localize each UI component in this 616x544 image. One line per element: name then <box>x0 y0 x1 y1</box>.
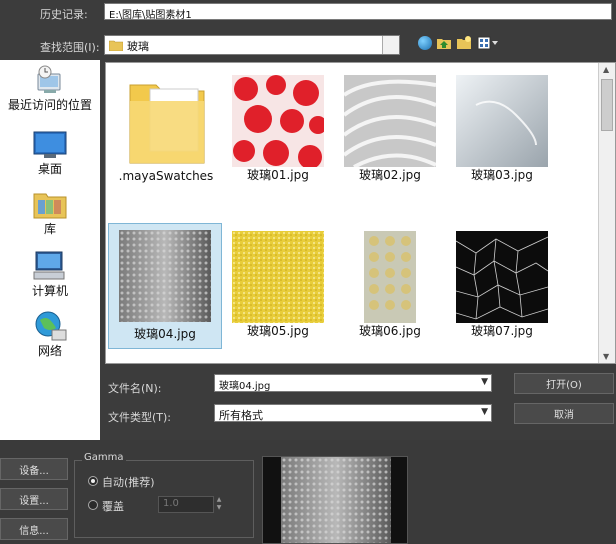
network-icon <box>35 311 67 341</box>
list-item-selected[interactable]: 玻璃04.jpg <box>108 223 222 349</box>
chevron-down-icon: ▼ <box>481 377 488 387</box>
sidebar-item-label: 计算机 <box>31 284 68 298</box>
file-name: .mayaSwatches <box>118 169 214 183</box>
lookin-value: 玻璃 <box>127 40 149 53</box>
up-folder-icon[interactable] <box>436 35 452 51</box>
list-item[interactable]: 玻璃02.jpg <box>334 67 446 187</box>
history-dropdown[interactable]: E:\图库\贴图素材1 <box>104 3 612 20</box>
file-name: 玻璃07.jpg <box>471 324 533 338</box>
recent-places-icon <box>37 65 61 93</box>
list-item[interactable]: 玻璃05.jpg <box>222 223 334 343</box>
image-thumbnail <box>232 231 324 323</box>
open-button[interactable]: 打开(O) <box>514 373 614 394</box>
gamma-auto-radio[interactable] <box>88 476 98 486</box>
sidebar-item-label: 库 <box>43 222 56 236</box>
computer-icon <box>33 251 65 280</box>
file-name: 玻璃06.jpg <box>359 324 421 338</box>
preview-image <box>281 457 391 543</box>
lookin-dropdown-button[interactable] <box>382 36 399 54</box>
gamma-value: 1.0 <box>163 498 179 509</box>
history-label: 历史记录: <box>40 8 88 21</box>
sidebar-item-desktop[interactable]: 桌面 <box>0 130 100 177</box>
setup-button[interactable]: 设置... <box>0 488 68 510</box>
sidebar-item-label: 桌面 <box>37 162 62 176</box>
lookin-dropdown[interactable]: 玻璃 ▼ <box>104 35 400 55</box>
gamma-value-spinner[interactable]: 1.0 <box>158 496 214 513</box>
list-item[interactable]: 玻璃03.jpg <box>446 67 558 187</box>
list-item[interactable]: 玻璃01.jpg <box>222 67 334 187</box>
image-thumbnail <box>456 75 548 167</box>
file-name: 玻璃05.jpg <box>247 324 309 338</box>
filetype-label: 文件类型(T): <box>108 411 172 424</box>
library-icon <box>33 193 67 219</box>
desktop-icon <box>33 131 67 158</box>
scroll-up-icon[interactable]: ▲ <box>603 65 609 74</box>
image-thumbnail <box>232 75 324 167</box>
sidebar-item-label: 最近访问的位置 <box>7 98 92 112</box>
gamma-override-radio[interactable] <box>88 500 98 510</box>
chevron-down-icon: ▼ <box>481 407 488 417</box>
radio-dot <box>91 479 95 483</box>
history-value: E:\图库\贴图素材1 <box>109 10 192 20</box>
devices-button[interactable]: 设备... <box>0 458 68 480</box>
filename-label: 文件名(N): <box>108 382 162 395</box>
spinner-arrows-icon[interactable]: ▲ ▼ <box>214 496 224 513</box>
scroll-down-icon[interactable]: ▼ <box>603 352 609 361</box>
image-thumbnail <box>344 75 436 167</box>
file-name: 玻璃02.jpg <box>359 168 421 182</box>
gamma-auto-label: 自动(推荐) <box>102 476 155 489</box>
file-name: 玻璃01.jpg <box>247 168 309 182</box>
scroll-thumb[interactable] <box>601 79 613 131</box>
list-item[interactable]: .mayaSwatches <box>110 67 222 187</box>
image-thumbnail <box>364 231 416 323</box>
filename-value: 玻璃04.jpg <box>219 381 271 392</box>
file-list[interactable]: .mayaSwatches 玻璃01.jpg 玻璃02.jpg 玻璃03.jpg… <box>105 62 616 364</box>
file-name: 玻璃03.jpg <box>471 168 533 182</box>
sidebar-item-computer[interactable]: 计算机 <box>0 250 100 299</box>
gamma-title: Gamma <box>82 452 126 463</box>
list-item[interactable]: 玻璃06.jpg <box>334 223 446 343</box>
sidebar-item-recent[interactable]: 最近访问的位置 <box>0 64 100 113</box>
sidebar-item-network[interactable]: 网络 <box>0 310 100 359</box>
info-button[interactable]: 信息... <box>0 518 68 540</box>
places-sidebar: 最近访问的位置 桌面 库 计算机 网络 <box>0 60 100 440</box>
view-menu-icon[interactable] <box>477 36 499 50</box>
filetype-value: 所有格式 <box>219 409 263 422</box>
image-thumbnail <box>456 231 548 323</box>
back-icon[interactable] <box>418 36 432 50</box>
folder-icon <box>109 40 123 51</box>
sidebar-item-library[interactable]: 库 <box>0 188 100 237</box>
list-item[interactable]: 玻璃07.jpg <box>446 223 558 343</box>
filetype-dropdown[interactable]: 所有格式 ▼ <box>214 404 492 422</box>
lookin-label: 查找范围(I): <box>40 41 100 54</box>
file-list-scrollbar[interactable]: ▲ ▼ <box>598 63 615 363</box>
sidebar-item-label: 网络 <box>37 344 62 358</box>
file-name: 玻璃04.jpg <box>134 327 196 341</box>
gamma-override-label: 覆盖 <box>102 500 124 513</box>
new-folder-icon[interactable] <box>456 35 472 51</box>
filename-input[interactable]: 玻璃04.jpg ▼ <box>214 374 492 392</box>
folder-icon <box>129 84 205 164</box>
image-thumbnail <box>119 230 211 322</box>
preview-pane <box>262 456 408 544</box>
cancel-button[interactable]: 取消 <box>514 403 614 424</box>
